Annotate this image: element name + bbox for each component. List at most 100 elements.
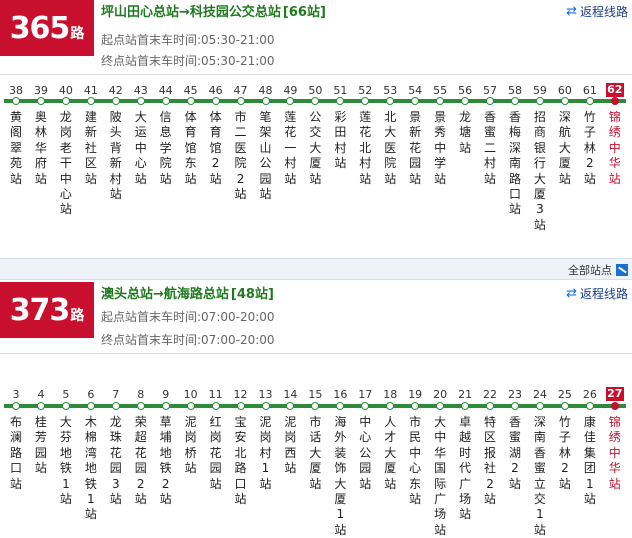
stop-number: 61 — [582, 84, 597, 97]
stop-dot — [36, 402, 45, 410]
route-number-badge[interactable]: 365 路 — [0, 0, 94, 56]
all-stops-bar: 全部站点 — [0, 258, 632, 280]
stop-dot — [486, 402, 495, 410]
route-title[interactable]: 澳头总站→航海路总站 [48站] — [101, 283, 274, 302]
stop-dot — [411, 402, 420, 410]
stop-name[interactable]: 彩田村站 — [332, 110, 348, 172]
stop-name[interactable]: 莲花一村站 — [282, 110, 298, 187]
stop-number: 38 — [9, 84, 23, 97]
stop-name[interactable]: 莲花北村站 — [357, 110, 373, 187]
stop-dot — [86, 402, 95, 410]
stop-name[interactable]: 陂头背新村站 — [108, 110, 124, 202]
stop-name[interactable]: 中心公园站 — [357, 415, 373, 492]
stop-number: 19 — [408, 388, 423, 401]
stop-name[interactable]: 大中华国际广场站 — [432, 415, 448, 538]
return-route-link[interactable]: ⇄ 返程线路 — [566, 285, 628, 302]
stop-name[interactable]: 建新社区站 — [83, 110, 99, 187]
stop-number: 26 — [582, 388, 597, 401]
divider — [0, 74, 632, 75]
stop-name[interactable]: 黄阁翠苑站 — [8, 110, 24, 187]
stop-name[interactable]: 泥岗桥站 — [183, 415, 199, 477]
stop-number: 53 — [383, 84, 398, 97]
stop-name[interactable]: 竹子林2站 — [582, 110, 598, 187]
stop-name[interactable]: 锦绣中华站 — [607, 110, 623, 187]
stop-dot — [261, 97, 270, 105]
stop-name[interactable]: 大芬地铁1站 — [58, 415, 74, 507]
stop-dot — [311, 97, 320, 105]
stop-dot — [261, 402, 270, 410]
stop-name[interactable]: 香蜜二村站 — [482, 110, 498, 187]
stop-dot — [511, 97, 519, 105]
stop-name[interactable]: 红岗花园站 — [208, 415, 224, 492]
stop-number: 23 — [508, 388, 522, 401]
route-number-badge[interactable]: 373 路 — [0, 282, 94, 338]
stop-name[interactable]: 大运中心站 — [133, 110, 149, 187]
stop-number: 6 — [87, 388, 95, 401]
stop-name[interactable]: 奥林华府站 — [33, 110, 49, 187]
stop-name[interactable]: 龙岗老干中心站 — [58, 110, 74, 218]
stop-number: 8 — [137, 388, 145, 401]
stop-name[interactable]: 市民中心东站 — [407, 415, 423, 507]
stop-name[interactable]: 市话大厦站 — [307, 415, 323, 492]
stop-name[interactable]: 草埔地铁2站 — [158, 415, 174, 507]
stop-name[interactable]: 龙珠花园3站 — [108, 415, 124, 507]
stop-name[interactable]: 香梅深南路口站 — [507, 110, 523, 218]
first-bus-time: 起点站首末车时间:05:30-21:00 — [101, 33, 275, 47]
stop-name[interactable]: 竹子林2站 — [557, 415, 573, 492]
stop-dot — [336, 97, 345, 105]
stop-name[interactable]: 木棉湾地铁1站 — [83, 415, 99, 523]
stop-name[interactable]: 康佳集团1站 — [582, 415, 598, 507]
stop-dot — [610, 97, 619, 105]
stop-number: 60 — [557, 84, 572, 97]
stop-name[interactable]: 宝安北路口站 — [233, 415, 249, 507]
stop-number: 56 — [458, 84, 473, 97]
stop-number: 62 — [605, 83, 624, 97]
stop-name[interactable]: 荣超花园2站 — [133, 415, 149, 507]
stop-name[interactable]: 公交大厦站 — [307, 110, 323, 187]
return-route-link[interactable]: ⇄ 返程线路 — [566, 3, 628, 20]
stop-dot — [36, 97, 45, 105]
stop-dot — [211, 97, 220, 105]
divider — [0, 353, 632, 354]
stop-name[interactable]: 体育馆2站 — [208, 110, 224, 187]
stop-name[interactable]: 卓越时代广场站 — [457, 415, 473, 523]
stop-name[interactable]: 景新花园站 — [407, 110, 423, 187]
stop-number: 25 — [557, 388, 572, 401]
stop-name[interactable]: 泥岗村1站 — [258, 415, 274, 492]
route-stop-count: [66站] — [282, 5, 326, 20]
swap-arrows-icon: ⇄ — [566, 4, 577, 19]
stop-name[interactable]: 体育馆东站 — [183, 110, 199, 187]
stop-name[interactable]: 香蜜湖2站 — [507, 415, 523, 492]
stop-name[interactable]: 人才大厦站 — [382, 415, 398, 492]
stop-name[interactable]: 景秀中学站 — [432, 110, 448, 187]
stop-dot — [436, 97, 445, 105]
stop-name[interactable]: 招商银行大厦3站 — [532, 110, 548, 233]
stop-dot — [436, 402, 445, 410]
stop-name[interactable]: 北大医院站 — [382, 110, 398, 187]
stop-dot — [511, 402, 519, 410]
stop-name[interactable]: 特区报社2站 — [482, 415, 498, 507]
route-title-text: 澳头总站→航海路总站 — [101, 287, 229, 302]
stop-name[interactable]: 布澜路口站 — [8, 415, 24, 492]
stop-number: 13 — [258, 388, 273, 401]
stop-name[interactable]: 龙塘站 — [457, 110, 473, 156]
first-bus-time: 起点站首末车时间:07:00-20:00 — [101, 310, 275, 324]
stop-name[interactable]: 海外装饰大厦1站 — [332, 415, 348, 538]
stop-name[interactable]: 深南香蜜立交1站 — [532, 415, 548, 538]
stop-name[interactable]: 桂芳园站 — [33, 415, 49, 477]
stop-number: 24 — [532, 388, 547, 401]
stop-name[interactable]: 锦绣中华站 — [607, 415, 623, 492]
stop-name[interactable]: 泥岗西站 — [282, 415, 298, 477]
stop-name[interactable]: 信息学院站 — [158, 110, 174, 187]
route-title[interactable]: 坪山田心总站→科技园公交总站 [66站] — [101, 1, 326, 20]
all-stops-link[interactable]: 全部站点 — [568, 262, 628, 278]
stop-dot — [535, 402, 544, 410]
stop-name[interactable]: 深航大厦站 — [557, 110, 573, 187]
stop-name[interactable]: 市二医院2站 — [233, 110, 249, 202]
stop-number: 14 — [283, 388, 298, 401]
stop-name[interactable]: 笔架山公园站 — [258, 110, 274, 202]
stop-number: 5 — [62, 388, 70, 401]
stop-dot — [12, 402, 20, 410]
stop-dot — [560, 402, 569, 410]
stop-number: 40 — [58, 84, 73, 97]
